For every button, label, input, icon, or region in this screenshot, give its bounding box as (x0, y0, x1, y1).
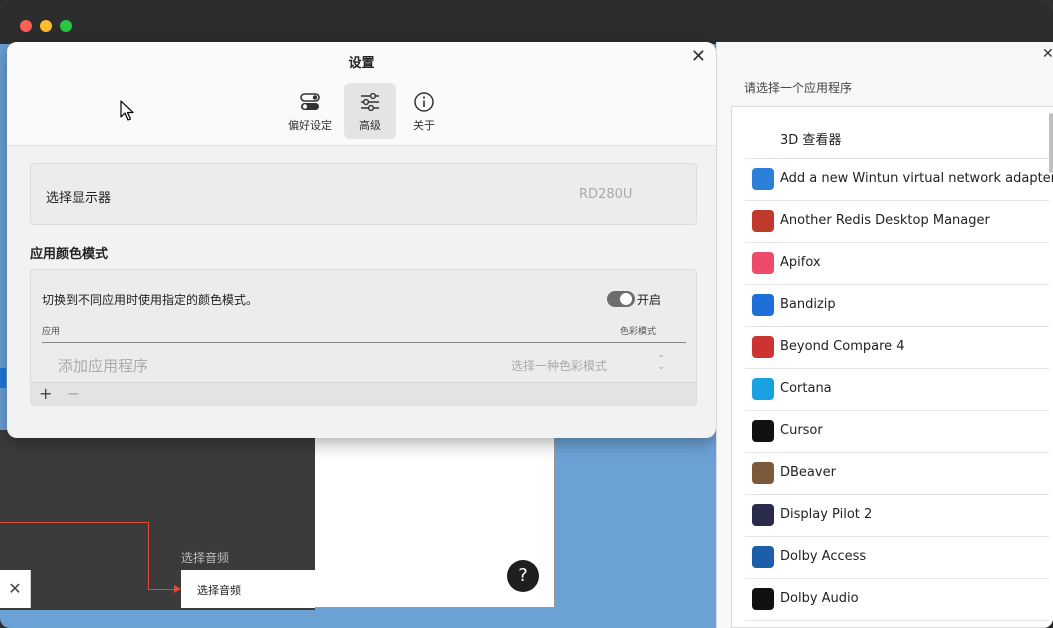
desktop: 选择音频 选择音频 ✕ ? 设置 ✕ 偏好设定 高级 关于 选择显示器 RD28… (0, 0, 1053, 628)
connector-arrow-icon (174, 585, 181, 593)
tab-preferences[interactable]: 偏好设定 (284, 83, 336, 139)
help-button[interactable]: ? (507, 560, 539, 592)
table-footer: + − (31, 382, 696, 406)
list-item[interactable]: DBeaver (745, 453, 1049, 495)
app-name: Apifox (780, 255, 821, 270)
toggle-label: 开启 (637, 293, 662, 307)
list-item[interactable]: Cursor (745, 411, 1049, 453)
color-mode-card: 切换到不同应用时使用指定的颜色模式。 开启 应用 色彩模式 添加应用程序 选择一… (30, 269, 697, 406)
app-picker-panel: ✕ 请选择一个应用程序 3D 查看器 Add a new Wintun virtu… (716, 42, 1053, 628)
app-name: Dolby Audio (780, 591, 859, 606)
settings-header: 设置 ✕ 偏好设定 高级 关于 (7, 42, 716, 146)
tab-label: 偏好设定 (288, 119, 332, 132)
app-icon (752, 168, 774, 190)
toggles-icon (300, 93, 320, 110)
list-item[interactable]: Cortana (745, 369, 1049, 411)
app-name: Cursor (780, 423, 823, 438)
app-icon (752, 378, 774, 400)
list-item[interactable]: Add a new Wintun virtual network adapter (745, 159, 1053, 201)
app-name: Display Pilot 2 (780, 507, 873, 522)
list-item[interactable]: 3D 查看器 (745, 117, 1049, 159)
app-icon (752, 252, 774, 274)
remove-button[interactable]: − (67, 384, 80, 403)
app-name: Bandizip (780, 297, 836, 312)
tab-label: 高级 (359, 119, 381, 132)
mouse-pointer-icon (120, 100, 134, 121)
app-icon (752, 504, 774, 526)
color-mode-section-title: 应用颜色模式 (30, 247, 109, 262)
app-name: Beyond Compare 4 (780, 339, 905, 354)
settings-title: 设置 (348, 56, 375, 71)
display-selector[interactable]: 选择显示器 RD280U (30, 163, 697, 225)
close-icon[interactable]: ✕ (1042, 46, 1053, 62)
list-item[interactable]: Dolby Access (745, 537, 1049, 579)
audio-select[interactable]: 选择音频 (181, 570, 315, 608)
app-icon (752, 462, 774, 484)
app-name: Add a new Wintun virtual network adapter (780, 171, 1053, 186)
app-icon (752, 210, 774, 232)
settings-dialog: 设置 ✕ 偏好设定 高级 关于 选择显示器 RD280U 应用颜色模式 切换到不… (7, 42, 716, 438)
add-button[interactable]: + (39, 384, 52, 403)
minimize-window-button[interactable] (40, 20, 52, 32)
app-name: DBeaver (780, 465, 836, 480)
list-item[interactable]: Dolby Audio (745, 579, 1049, 621)
list-item[interactable]: Bandizip (745, 285, 1049, 327)
close-icon[interactable]: ✕ (691, 46, 706, 67)
app-icon (752, 420, 774, 442)
display-label: 选择显示器 (46, 191, 112, 206)
add-app-field[interactable]: 添加应用程序 (58, 355, 148, 376)
scrollbar-thumb[interactable] (1049, 113, 1053, 173)
app-icon (752, 126, 774, 148)
close-icon[interactable]: ✕ (0, 570, 31, 608)
sliders-icon (361, 92, 379, 112)
tab-label: 关于 (413, 119, 435, 132)
picker-title: 请选择一个应用程序 (744, 81, 853, 95)
color-mode-description: 切换到不同应用时使用指定的颜色模式。 (42, 293, 259, 307)
color-mode-toggle[interactable] (607, 291, 635, 307)
column-header-mode: 色彩模式 (620, 327, 657, 337)
app-icon (752, 294, 774, 316)
list-item[interactable]: Apifox (745, 243, 1049, 285)
display-value: RD280U (579, 187, 633, 202)
app-icon (752, 588, 774, 610)
tab-about[interactable]: 关于 (398, 83, 450, 139)
window-titlebar (0, 0, 1053, 44)
app-list[interactable]: 3D 查看器 Add a new Wintun virtual network a… (731, 106, 1053, 628)
background-app-selection-edge (0, 368, 6, 388)
color-mode-select[interactable]: 选择一种色彩模式 (511, 357, 607, 374)
table-divider (42, 342, 686, 343)
app-icon (752, 546, 774, 568)
column-header-app: 应用 (42, 327, 61, 337)
app-name: 3D 查看器 (780, 133, 842, 148)
app-icon (752, 336, 774, 358)
chevron-updown-icon[interactable]: ⌃ ⌄ (657, 355, 665, 372)
tab-advanced[interactable]: 高级 (344, 83, 396, 139)
list-item[interactable]: Beyond Compare 4 (745, 327, 1049, 369)
app-name: Cortana (780, 381, 832, 396)
list-item[interactable]: Another Redis Desktop Manager (745, 201, 1049, 243)
zoom-window-button[interactable] (60, 20, 72, 32)
connector-line (148, 522, 149, 590)
list-item[interactable]: Display Pilot 2 (745, 495, 1049, 537)
close-window-button[interactable] (20, 20, 32, 32)
audio-section-label: 选择音频 (181, 551, 230, 565)
info-icon (414, 92, 434, 112)
app-name: Dolby Access (780, 549, 867, 564)
app-name: Another Redis Desktop Manager (780, 213, 990, 228)
connector-line (0, 522, 149, 523)
